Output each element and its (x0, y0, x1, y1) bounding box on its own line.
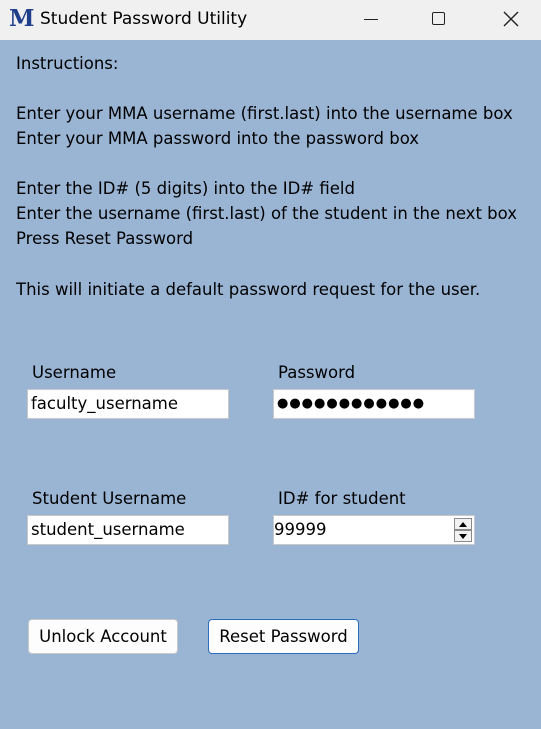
username-label: Username (32, 363, 117, 382)
chevron-down-icon (459, 534, 467, 539)
stepper-down-button[interactable] (454, 530, 472, 542)
student-username-field[interactable]: student_username (27, 515, 229, 545)
maximize-button[interactable] (416, 0, 462, 40)
instruction-line: Enter the username (first.last) of the s… (16, 204, 517, 223)
instruction-line: Enter the ID# (5 digits) into the ID# fi… (16, 179, 355, 198)
student-id-value[interactable]: 99999 (274, 516, 327, 544)
student-username-label: Student Username (32, 489, 187, 508)
reset-password-button[interactable]: Reset Password (208, 619, 359, 654)
instructions-heading: Instructions: (16, 54, 119, 73)
password-field[interactable]: ●●●●●●●●●●●● (273, 389, 475, 419)
close-icon (503, 11, 519, 27)
instruction-note: This will initiate a default password re… (16, 280, 481, 299)
window-title: Student Password Utility (40, 9, 248, 29)
chevron-up-icon (459, 522, 467, 527)
username-field[interactable]: faculty_username (27, 389, 229, 419)
app-logo-icon: M (9, 5, 35, 32)
unlock-account-button[interactable]: Unlock Account (28, 619, 178, 654)
app-window: M Student Password Utility Instructions:… (0, 0, 541, 729)
title-bar[interactable]: M Student Password Utility (0, 0, 541, 40)
instruction-line: Press Reset Password (16, 229, 194, 248)
password-label: Password (278, 363, 356, 382)
maximize-icon (432, 12, 445, 25)
stepper-controls (454, 518, 472, 542)
student-id-label: ID# for student (278, 489, 406, 508)
minimize-button[interactable] (348, 0, 394, 40)
minimize-icon (364, 19, 378, 20)
instruction-line: Enter your MMA username (first.last) int… (16, 104, 513, 123)
instruction-line: Enter your MMA password into the passwor… (16, 129, 420, 148)
close-button[interactable] (488, 0, 534, 40)
stepper-up-button[interactable] (454, 518, 472, 530)
student-id-stepper[interactable]: 99999 (273, 515, 475, 545)
